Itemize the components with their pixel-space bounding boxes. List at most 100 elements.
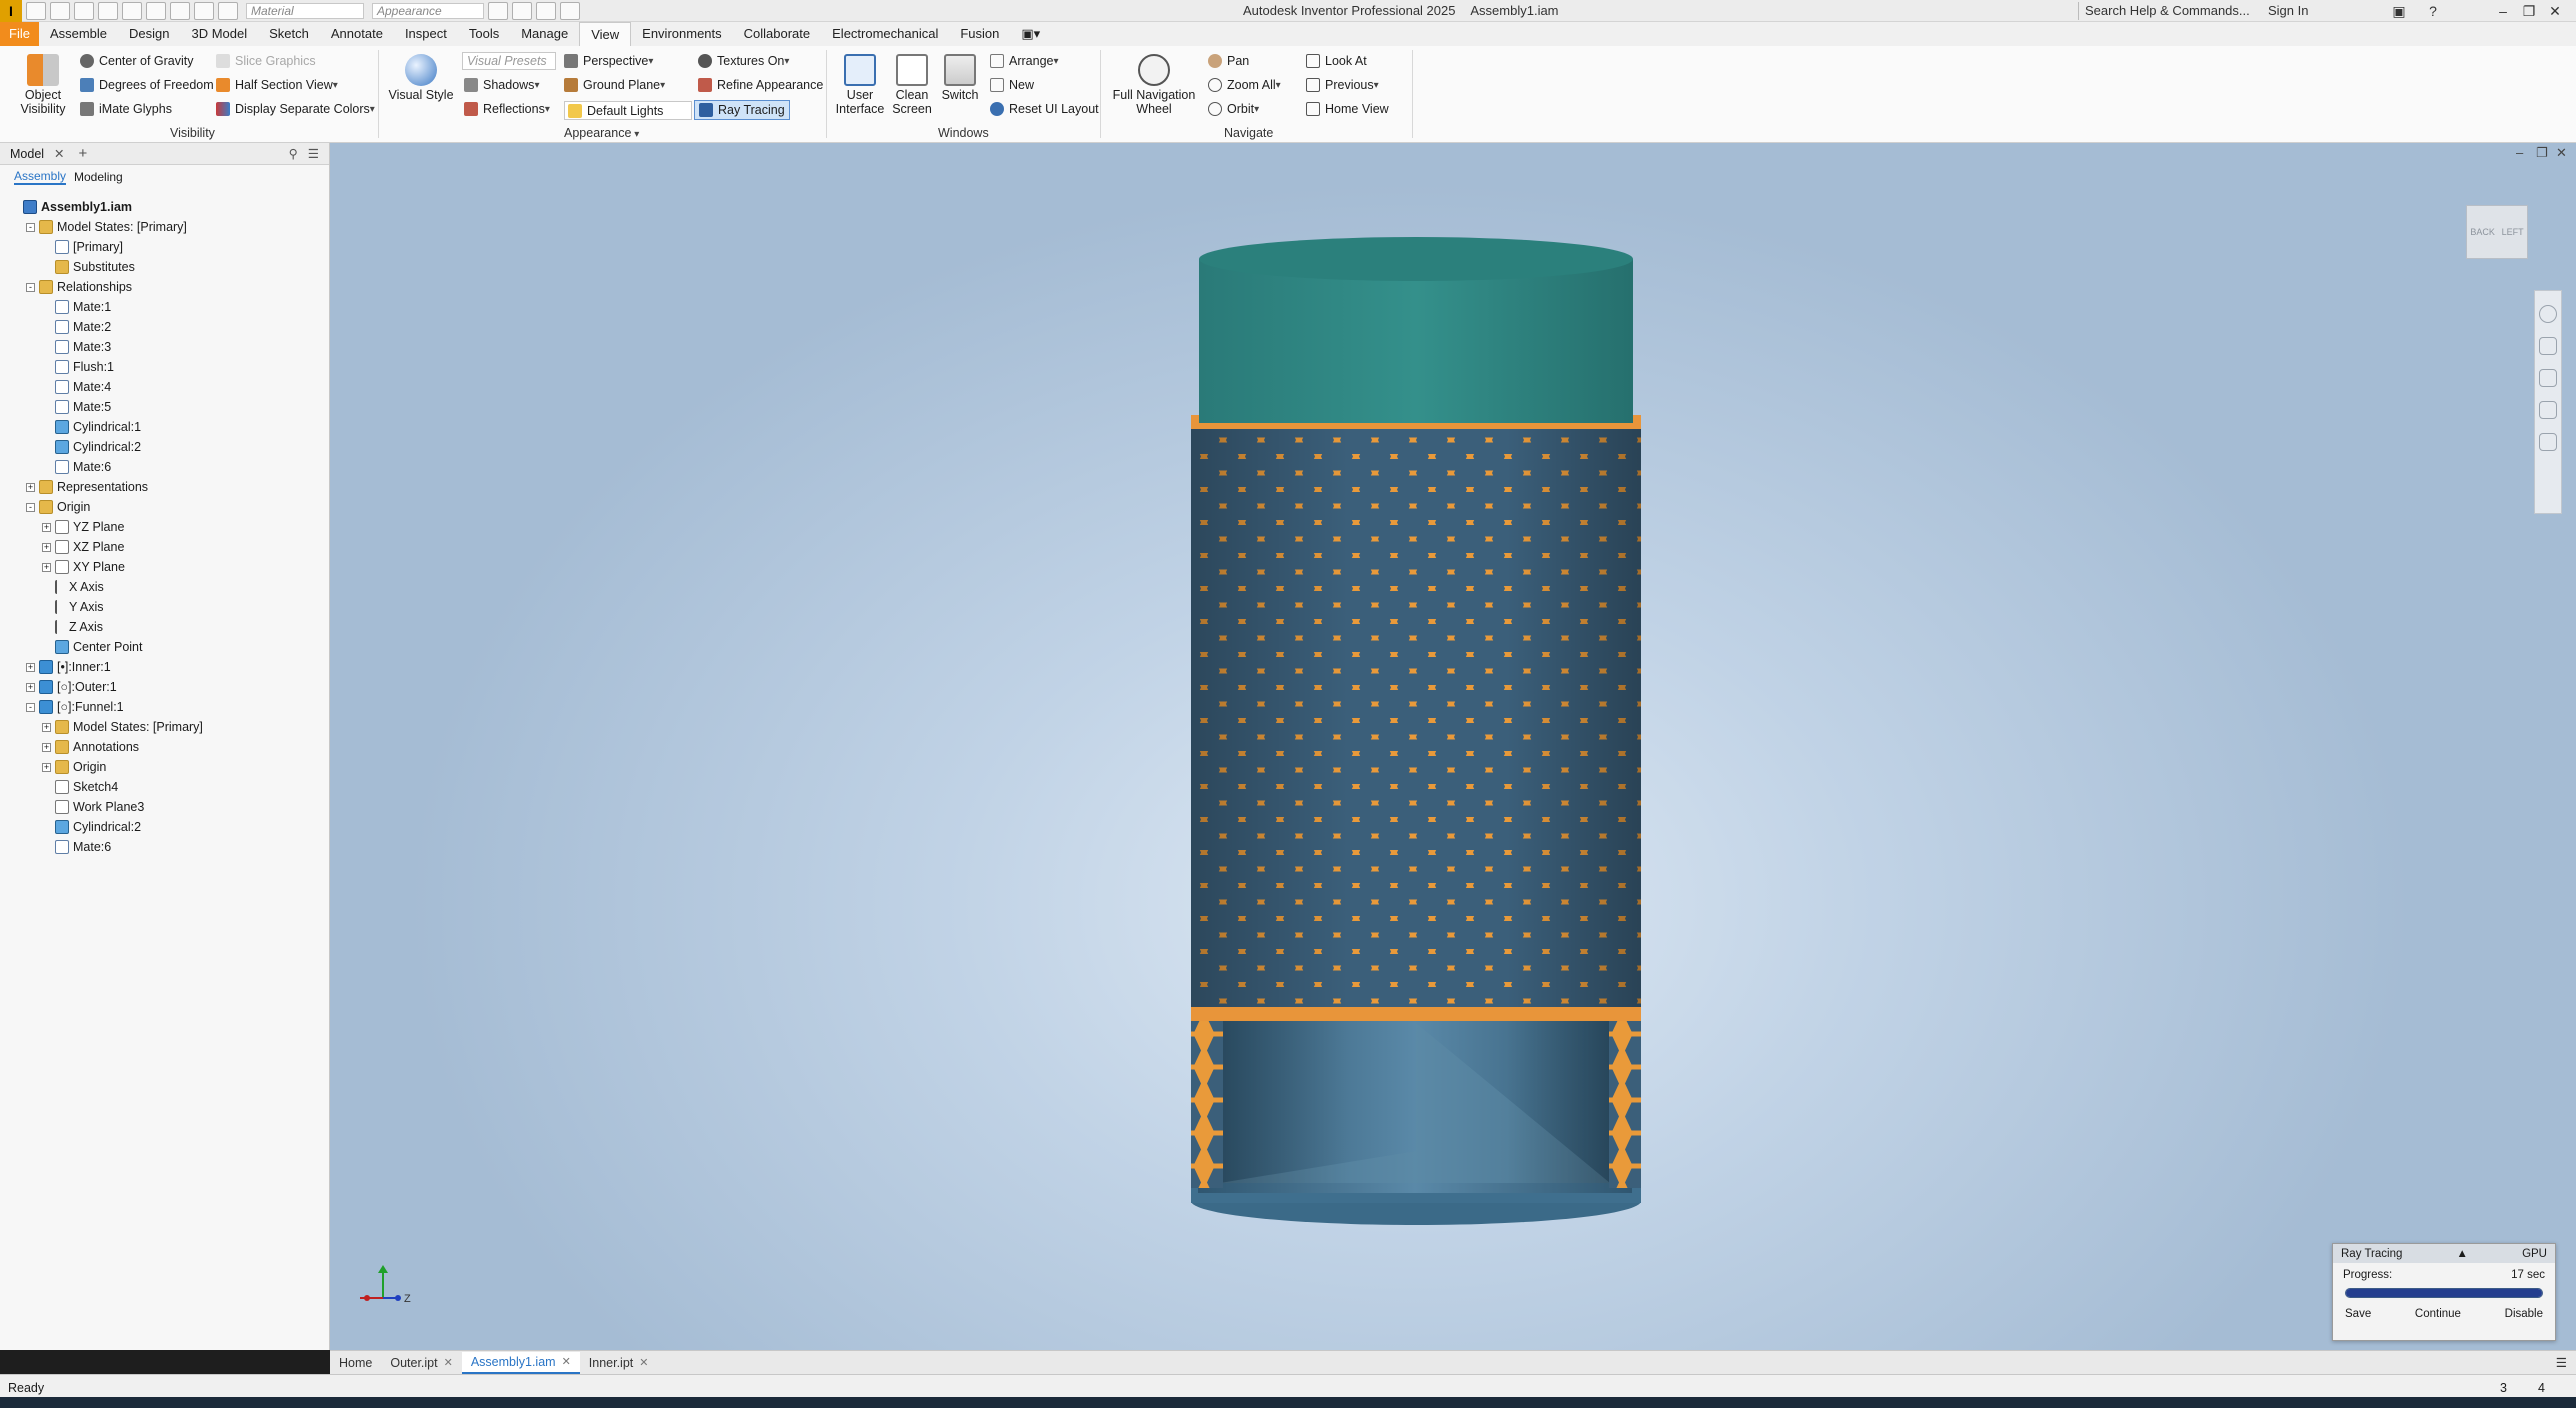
display-separate-colors-button[interactable]: Display Separate Colors: [216, 102, 375, 116]
zoom-all-button[interactable]: Zoom All: [1208, 78, 1281, 92]
pan-button[interactable]: Pan: [1208, 54, 1249, 68]
tree-node[interactable]: Mate:2: [42, 317, 111, 337]
add-browser-icon[interactable]: +: [79, 145, 88, 162]
center-of-gravity-button[interactable]: Center of Gravity: [80, 54, 193, 68]
tree-node[interactable]: + [○]:Outer:1: [26, 677, 117, 697]
expand-node-icon[interactable]: +: [42, 722, 51, 732]
visual-presets-dropdown[interactable]: Visual Presets: [462, 52, 556, 70]
tree-node[interactable]: - Relationships: [26, 277, 132, 297]
tab-electromechanical[interactable]: Electromechanical: [821, 22, 949, 46]
close-window-icon[interactable]: ✕: [2544, 1, 2566, 21]
tree-node[interactable]: Z Axis: [42, 617, 103, 637]
assembly-subtab[interactable]: Assembly: [14, 169, 67, 185]
expand-node-icon[interactable]: +: [42, 542, 51, 552]
viewcube-back-face[interactable]: BACK: [2470, 227, 2495, 237]
reset-ui-layout-button[interactable]: Reset UI Layout: [990, 102, 1099, 116]
expand-node-icon[interactable]: +: [42, 762, 51, 772]
graphics-viewport[interactable]: – ❐ ✕ Z BACK LEFT: [330, 143, 2576, 1350]
redo-icon[interactable]: [122, 1, 142, 20]
new-window-button[interactable]: New: [990, 78, 1034, 92]
home-icon[interactable]: [146, 1, 166, 20]
model-tab[interactable]: Model: [10, 147, 44, 161]
expand-node-icon[interactable]: +: [42, 562, 51, 572]
tree-node[interactable]: - Origin: [26, 497, 90, 517]
tree-node[interactable]: + Model States: [Primary]: [42, 717, 203, 737]
tree-node[interactable]: Assembly1.iam: [10, 197, 132, 217]
inventor-logo-icon[interactable]: I: [0, 0, 22, 22]
appearance-panel-label[interactable]: Appearance: [564, 126, 639, 140]
select-icon[interactable]: [194, 1, 214, 20]
slice-graphics-button[interactable]: Slice Graphics: [216, 54, 316, 68]
collapse-node-icon[interactable]: -: [26, 502, 35, 512]
refine-appearance-button[interactable]: Refine Appearance: [698, 78, 823, 92]
tab-collaborate[interactable]: Collaborate: [733, 22, 822, 46]
collapse-node-icon[interactable]: -: [26, 282, 35, 292]
tree-node[interactable]: Mate:4: [42, 377, 111, 397]
tab-annotate[interactable]: Annotate: [320, 22, 394, 46]
tree-node[interactable]: + Origin: [42, 757, 106, 777]
tree-node[interactable]: Y Axis: [42, 597, 104, 617]
lighting-style-dropdown[interactable]: Default Lights: [564, 101, 692, 120]
tab-inspect[interactable]: Inspect: [394, 22, 458, 46]
ray-tracing-button[interactable]: Ray Tracing: [694, 100, 790, 120]
viewcube-left-face[interactable]: LEFT: [2502, 227, 2524, 237]
arrange-button[interactable]: Arrange: [990, 54, 1059, 68]
modeling-subtab[interactable]: Modeling: [74, 170, 123, 184]
document-tab[interactable]: Assembly1.iam ✕: [461, 1351, 580, 1374]
degrees-of-freedom-button[interactable]: Degrees of Freedom: [80, 78, 214, 92]
tree-node[interactable]: Mate:5: [42, 397, 111, 417]
customize-qat-icon[interactable]: [560, 1, 580, 20]
tab-environments[interactable]: Environments: [631, 22, 732, 46]
look-at-button[interactable]: Look At: [1306, 54, 1367, 68]
visual-style-button[interactable]: Visual Style: [386, 54, 456, 102]
cart-icon[interactable]: ▣: [2388, 1, 2410, 21]
close-tab-icon[interactable]: ✕: [639, 1352, 648, 1374]
tree-node[interactable]: + Annotations: [42, 737, 139, 757]
clear-override-icon[interactable]: [512, 1, 532, 20]
home-view-button[interactable]: Home View: [1306, 102, 1389, 116]
orbit-button[interactable]: Orbit: [1208, 102, 1259, 116]
tree-node[interactable]: Mate:6: [42, 457, 111, 477]
close-tab-icon[interactable]: ✕: [562, 1351, 571, 1373]
nav-wheel-icon[interactable]: [2539, 305, 2557, 323]
new-file-icon[interactable]: [26, 1, 46, 20]
expand-node-icon[interactable]: +: [26, 662, 35, 672]
expand-node-icon[interactable]: +: [26, 682, 35, 692]
document-tab[interactable]: Inner.ipt ✕: [580, 1352, 658, 1374]
tree-node[interactable]: - Model States: [Primary]: [26, 217, 187, 237]
expand-node-icon[interactable]: +: [42, 742, 51, 752]
material-dropdown[interactable]: Material: [246, 2, 364, 19]
nav-pan-icon[interactable]: [2539, 337, 2557, 355]
shadows-button[interactable]: Shadows: [464, 78, 539, 92]
tab-sketch[interactable]: Sketch: [258, 22, 320, 46]
reflections-button[interactable]: Reflections: [464, 102, 550, 116]
tree-node[interactable]: Sketch4: [42, 777, 118, 797]
tree-node[interactable]: Substitutes: [42, 257, 135, 277]
tree-node[interactable]: + XZ Plane: [42, 537, 124, 557]
tab-tools[interactable]: Tools: [458, 22, 510, 46]
sign-in-button[interactable]: Sign In: [2268, 3, 2308, 18]
object-visibility-button[interactable]: Object Visibility: [12, 54, 74, 116]
restore-icon[interactable]: ❐: [2518, 1, 2540, 21]
document-tabs-menu-icon[interactable]: ☰: [2547, 1352, 2576, 1374]
save-button[interactable]: Save: [2345, 1308, 2371, 1320]
tree-node[interactable]: Cylindrical:1: [42, 417, 141, 437]
tree-node[interactable]: Mate:3: [42, 337, 111, 357]
document-tab[interactable]: Outer.ipt ✕: [381, 1352, 461, 1374]
tab-file[interactable]: File: [0, 22, 39, 46]
minimize-icon[interactable]: –: [2492, 1, 2514, 21]
switch-button[interactable]: Switch: [938, 54, 982, 102]
tab-3d-model[interactable]: 3D Model: [181, 22, 259, 46]
collapse-icon[interactable]: ▲: [2457, 1248, 2468, 1260]
imate-glyphs-button[interactable]: iMate Glyphs: [80, 102, 172, 116]
tree-node[interactable]: Mate:6: [42, 837, 111, 857]
tab-fusion[interactable]: Fusion: [949, 22, 1010, 46]
tree-node[interactable]: - [○]:Funnel:1: [26, 697, 124, 717]
nav-zoom-icon[interactable]: [2539, 369, 2557, 387]
tree-node[interactable]: + [•]:Inner:1: [26, 657, 111, 677]
open-file-icon[interactable]: [50, 1, 70, 20]
user-interface-button[interactable]: User Interface: [834, 54, 886, 116]
document-tab[interactable]: Home: [330, 1352, 381, 1374]
tab-design[interactable]: Design: [118, 22, 180, 46]
tree-node[interactable]: + XY Plane: [42, 557, 125, 577]
